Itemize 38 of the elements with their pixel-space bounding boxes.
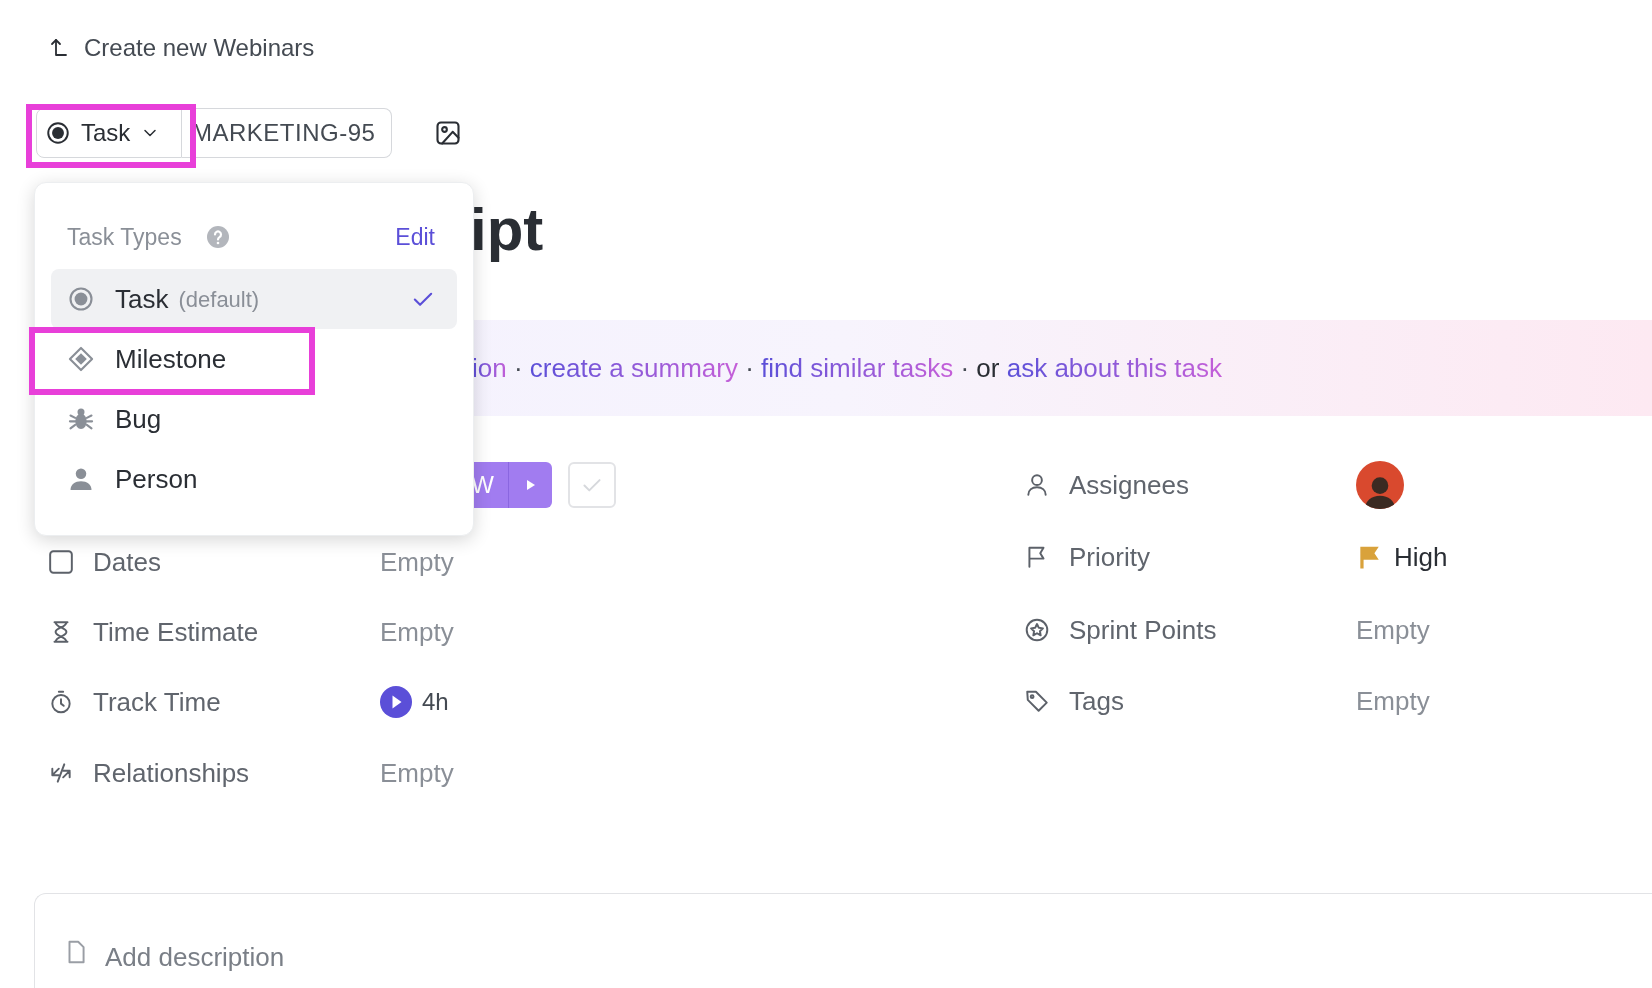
track-time-button[interactable]: 4h — [380, 684, 449, 720]
radio-icon — [67, 285, 95, 313]
edit-link[interactable]: Edit — [395, 219, 435, 255]
tags-icon — [1024, 688, 1050, 714]
field-value[interactable]: Empty — [380, 542, 454, 582]
radio-icon — [45, 120, 71, 146]
menu-heading: Task Types — [67, 222, 182, 252]
field-value[interactable]: Empty — [380, 612, 454, 652]
task-type-button[interactable]: Task — [36, 108, 182, 158]
field-value[interactable]: High — [1394, 537, 1448, 577]
field-label: Assignees — [1069, 468, 1190, 502]
menu-item[interactable]: Task (default) — [51, 269, 457, 329]
track-time-icon — [48, 689, 74, 715]
field-value[interactable]: Empty — [380, 753, 454, 793]
ai-suggestion-text: ion · create a summary · find similar tasks · or ask about this task — [472, 351, 1223, 385]
description-field[interactable]: Add description — [105, 938, 905, 977]
field-label: Sprint Points — [1069, 613, 1218, 647]
play-icon — [525, 479, 536, 491]
dates-icon — [48, 549, 74, 575]
avatar[interactable] — [1356, 461, 1404, 509]
image-icon — [434, 119, 463, 147]
field-label: Track Time — [93, 685, 222, 719]
task-id-badge: MARKETING-95 — [182, 108, 393, 158]
field-value[interactable]: Empty — [1356, 610, 1430, 650]
task-title: ipt — [470, 195, 544, 265]
field-value[interactable]: Empty — [1356, 681, 1430, 721]
parent-task-link[interactable]: Create new Webinars — [84, 30, 315, 66]
field-label: Priority — [1069, 540, 1151, 574]
field-label: Relationships — [93, 756, 251, 790]
field-label: Tags — [1069, 684, 1125, 718]
sprint-points-icon — [1024, 617, 1050, 643]
field-label: Time Estimate — [93, 615, 260, 649]
relationships-icon — [48, 760, 74, 786]
complete-checkbox[interactable] — [568, 462, 616, 508]
field-label: Dates — [93, 545, 162, 579]
assignees-icon — [1024, 472, 1050, 498]
play-icon — [380, 686, 412, 718]
diamond-icon — [67, 345, 95, 373]
